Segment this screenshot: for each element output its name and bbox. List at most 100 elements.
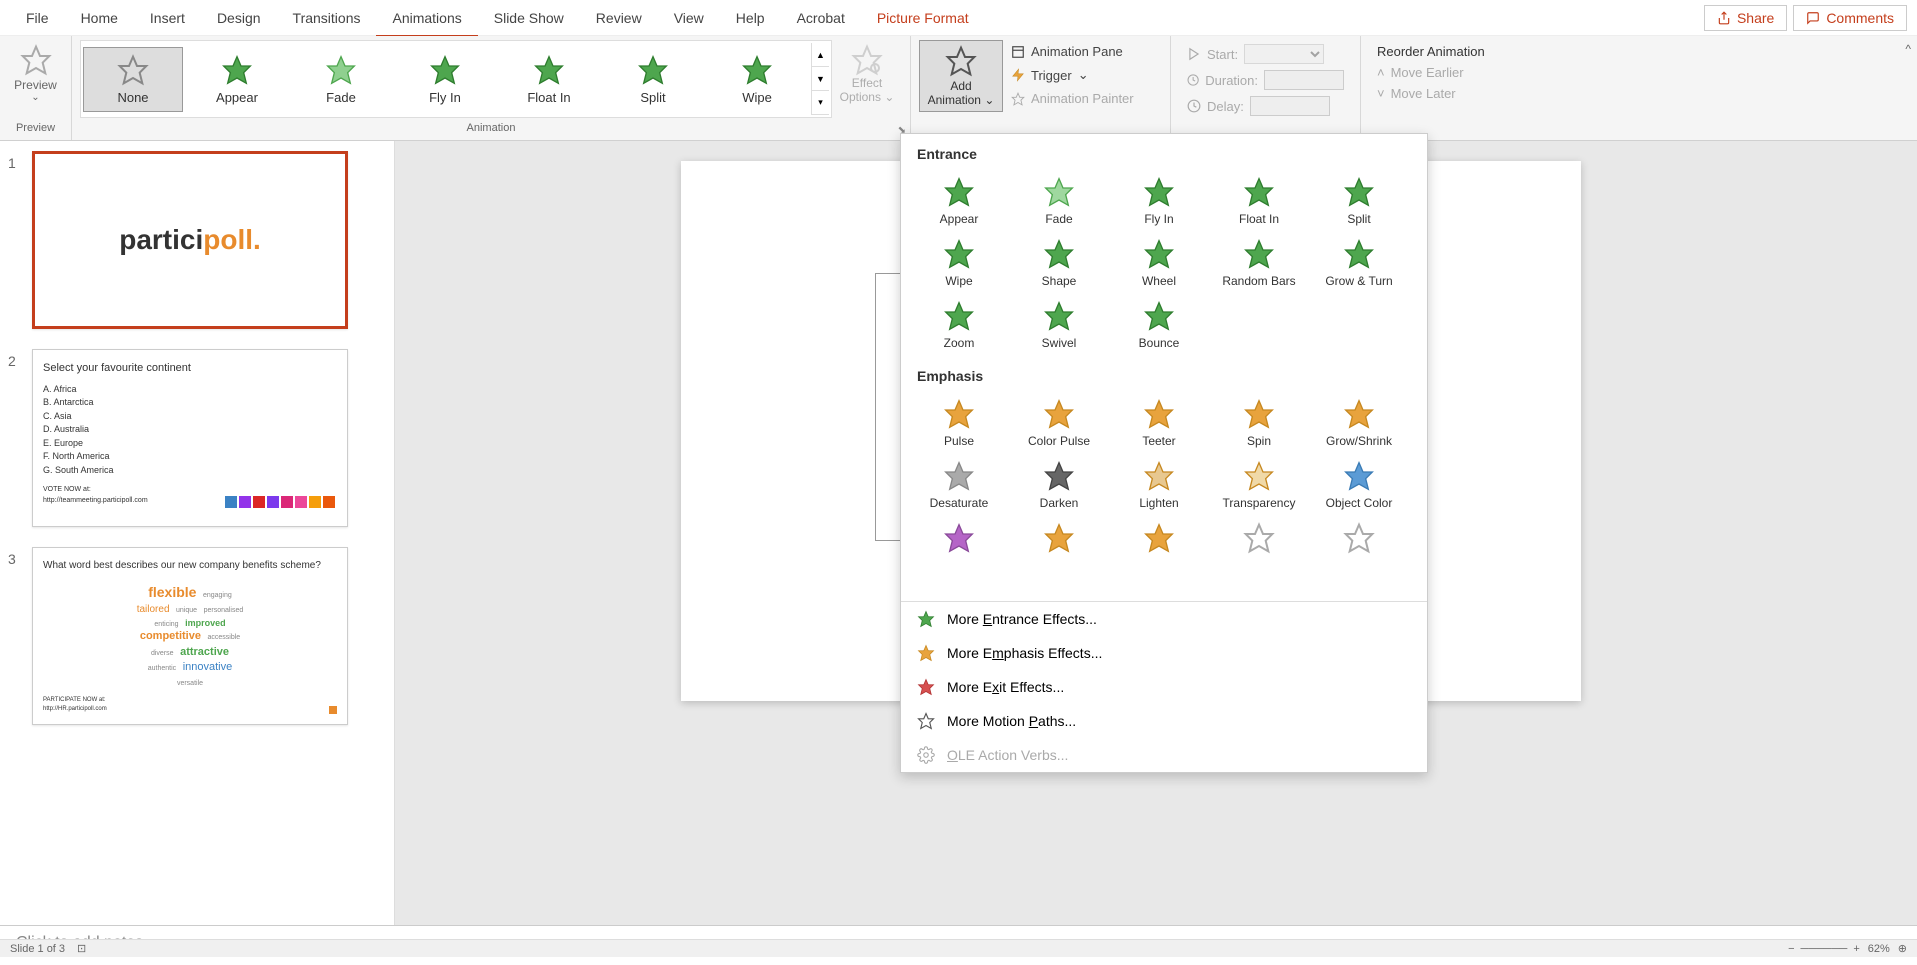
dd-darken[interactable]: Darken — [1009, 454, 1109, 516]
slide-thumb-1-content: participoll. — [32, 151, 348, 329]
trigger-button[interactable]: Trigger ⌄ — [1011, 67, 1134, 83]
share-button[interactable]: Share — [1704, 5, 1787, 31]
star-icon — [1043, 398, 1075, 430]
start-select[interactable] — [1244, 44, 1324, 64]
menu-design[interactable]: Design — [201, 0, 277, 36]
star-icon — [1143, 300, 1175, 332]
effect-options-button[interactable]: Effect Options ⌄ — [832, 40, 902, 108]
more-motion-paths[interactable]: More Motion Paths... — [901, 704, 1427, 738]
gallery-scroll-up[interactable]: ▲ — [812, 43, 829, 67]
dd-fade[interactable]: Fade — [1009, 170, 1109, 232]
menu-home[interactable]: Home — [65, 0, 134, 36]
menu-help[interactable]: Help — [720, 0, 781, 36]
zoom-out[interactable]: − — [1788, 943, 1794, 955]
star-entrance-icon — [917, 610, 935, 628]
anim-flyin[interactable]: Fly In — [395, 48, 495, 111]
accessibility-icon[interactable]: ⊡ — [77, 942, 86, 955]
move-later-button[interactable]: ˅ Move Later — [1377, 86, 1505, 101]
animation-pane-button[interactable]: Animation Pane — [1011, 44, 1134, 59]
dd-lighten[interactable]: Lighten — [1109, 454, 1209, 516]
dd-extra4[interactable] — [1209, 516, 1309, 560]
more-emphasis-effects[interactable]: More Emphasis Effects... — [901, 636, 1427, 670]
slide-thumb-1[interactable]: 1 participoll. — [0, 141, 394, 339]
dd-growshrink[interactable]: Grow/Shrink — [1309, 392, 1409, 454]
dd-desaturate[interactable]: Desaturate — [909, 454, 1009, 516]
anim-none[interactable]: None — [83, 47, 183, 112]
dd-swivel[interactable]: Swivel — [1009, 294, 1109, 356]
dd-extra1[interactable] — [909, 516, 1009, 560]
preview-button[interactable]: Preview ⌄ — [8, 40, 63, 107]
timing-delay: Delay: — [1187, 96, 1344, 116]
zoom-in[interactable]: + — [1853, 943, 1859, 955]
anim-fade[interactable]: Fade — [291, 48, 391, 111]
star-icon — [1143, 398, 1175, 430]
dd-extra2[interactable] — [1009, 516, 1109, 560]
slide-panel[interactable]: 1 participoll. 2 Select your favourite c… — [0, 141, 395, 925]
add-animation-button[interactable]: Add Animation ⌄ — [919, 40, 1003, 112]
dd-wipe[interactable]: Wipe — [909, 232, 1009, 294]
menu-animations[interactable]: Animations — [376, 0, 477, 36]
star-icon — [943, 300, 975, 332]
anim-appear[interactable]: Appear — [187, 48, 287, 111]
slide-thumb-2[interactable]: 2 Select your favourite continent A. Afr… — [0, 339, 394, 537]
menu-bar: File Home Insert Design Transitions Anim… — [0, 0, 1917, 36]
star-icon — [943, 522, 975, 554]
star-icon — [1143, 238, 1175, 270]
anim-split[interactable]: Split — [603, 48, 703, 111]
chevron-down-icon: ˅ — [1377, 86, 1385, 101]
dd-bounce[interactable]: Bounce — [1109, 294, 1209, 356]
dd-teeter[interactable]: Teeter — [1109, 392, 1209, 454]
dd-transparency[interactable]: Transparency — [1209, 454, 1309, 516]
timing-duration: Duration: — [1187, 70, 1344, 90]
dd-growturn[interactable]: Grow & Turn — [1309, 232, 1409, 294]
dd-flyin[interactable]: Fly In — [1109, 170, 1209, 232]
dd-extra5[interactable] — [1309, 516, 1409, 560]
dd-floatin[interactable]: Float In — [1209, 170, 1309, 232]
preview-group-label: Preview — [8, 120, 63, 136]
anim-floatin[interactable]: Float In — [499, 48, 599, 111]
dd-objectcolor[interactable]: Object Color — [1309, 454, 1409, 516]
comments-button[interactable]: Comments — [1793, 5, 1907, 31]
duration-input[interactable] — [1264, 70, 1344, 90]
slide-thumb-3-content: What word best describes our new company… — [32, 547, 348, 725]
star-icon — [1043, 300, 1075, 332]
gallery-scroll-down[interactable]: ▼ — [812, 67, 829, 91]
ribbon: Preview ⌄ Preview None Appear Fade — [0, 36, 1917, 141]
menu-file[interactable]: File — [10, 0, 65, 36]
reorder-header: Reorder Animation — [1377, 44, 1505, 59]
dd-spin[interactable]: Spin — [1209, 392, 1309, 454]
delay-input[interactable] — [1250, 96, 1330, 116]
animation-painter-button[interactable]: Animation Painter — [1011, 91, 1134, 106]
menu-slideshow[interactable]: Slide Show — [478, 0, 580, 36]
menu-view[interactable]: View — [658, 0, 720, 36]
move-earlier-button[interactable]: ˄ Move Earlier — [1377, 65, 1505, 80]
dd-colorpulse[interactable]: Color Pulse — [1009, 392, 1109, 454]
star-icon — [1043, 176, 1075, 208]
dd-appear[interactable]: Appear — [909, 170, 1009, 232]
dd-split[interactable]: Split — [1309, 170, 1409, 232]
star-icon — [1243, 176, 1275, 208]
dd-shape[interactable]: Shape — [1009, 232, 1109, 294]
menu-review[interactable]: Review — [580, 0, 658, 36]
menu-picture-format[interactable]: Picture Format — [861, 0, 985, 36]
more-exit-effects[interactable]: More Exit Effects... — [901, 670, 1427, 704]
menu-transitions[interactable]: Transitions — [277, 0, 377, 36]
dd-randombars[interactable]: Random Bars — [1209, 232, 1309, 294]
dd-zoom[interactable]: Zoom — [909, 294, 1009, 356]
menu-acrobat[interactable]: Acrobat — [781, 0, 861, 36]
more-entrance-effects[interactable]: More Entrance Effects... — [901, 602, 1427, 636]
star-icon — [1343, 398, 1375, 430]
fit-to-window[interactable]: ⊕ — [1898, 942, 1907, 955]
menu-insert[interactable]: Insert — [134, 0, 201, 36]
timing-start: Start: — [1187, 44, 1344, 64]
anim-wipe[interactable]: Wipe — [707, 48, 807, 111]
star-icon — [943, 398, 975, 430]
slide-thumb-3[interactable]: 3 What word best describes our new compa… — [0, 537, 394, 735]
gallery-expand[interactable]: ▾ — [812, 91, 829, 115]
dd-wheel[interactable]: Wheel — [1109, 232, 1209, 294]
dd-pulse[interactable]: Pulse — [909, 392, 1009, 454]
star-split-icon — [637, 54, 669, 86]
dd-extra3[interactable] — [1109, 516, 1209, 560]
collapse-ribbon-button[interactable]: ^ — [1905, 42, 1911, 56]
star-preview-icon — [20, 44, 52, 76]
